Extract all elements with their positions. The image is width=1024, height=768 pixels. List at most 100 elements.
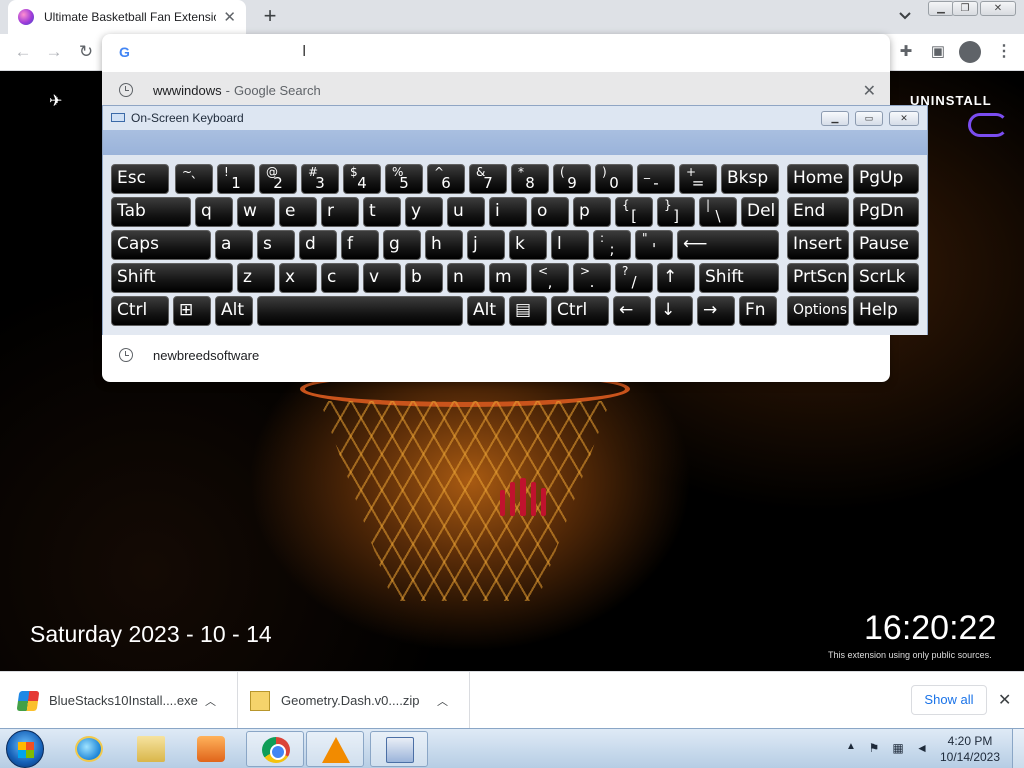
- show-all-downloads-button[interactable]: Show all: [911, 685, 987, 715]
- key-e[interactable]: e: [279, 197, 317, 227]
- window-minimize-button[interactable]: ▁: [928, 1, 954, 16]
- volume-muted-icon[interactable]: ◄: [914, 740, 930, 756]
- key-symbol[interactable]: " ': [635, 230, 673, 260]
- taskbar-internet-explorer[interactable]: [60, 731, 118, 767]
- key-prtscn[interactable]: PrtScn: [787, 263, 849, 293]
- key-scrlk[interactable]: ScrLk: [853, 263, 919, 293]
- key-pause[interactable]: Pause: [853, 230, 919, 260]
- key-q[interactable]: q: [195, 197, 233, 227]
- key-symbol[interactable]: >.: [573, 263, 611, 293]
- key-h[interactable]: h: [425, 230, 463, 260]
- key-insert[interactable]: Insert: [787, 230, 849, 260]
- key-end[interactable]: End: [787, 197, 849, 227]
- key-symbol[interactable]: :;: [593, 230, 631, 260]
- side-panel-icon[interactable]: ▣: [928, 42, 948, 62]
- key-p[interactable]: p: [573, 197, 611, 227]
- tab-search-chevron-icon[interactable]: [896, 7, 914, 25]
- remove-suggestion-icon[interactable]: ✕: [863, 81, 876, 101]
- key-z[interactable]: z: [237, 263, 275, 293]
- key-f[interactable]: f: [341, 230, 379, 260]
- download-item[interactable]: BlueStacks10Install....exe ︿: [16, 672, 238, 729]
- key-tab[interactable]: Tab: [111, 197, 191, 227]
- key-caps[interactable]: Caps: [111, 230, 211, 260]
- key-g[interactable]: g: [383, 230, 421, 260]
- key-c[interactable]: c: [321, 263, 359, 293]
- key-s[interactable]: s: [257, 230, 295, 260]
- key-o[interactable]: o: [531, 197, 569, 227]
- key-t[interactable]: t: [363, 197, 401, 227]
- window-restore-button[interactable]: ❐: [952, 1, 978, 16]
- osk-titlebar[interactable]: On-Screen Keyboard ▁ ▭ ✕: [103, 106, 927, 130]
- key-symbol[interactable]: ←: [613, 296, 651, 326]
- key-j[interactable]: j: [467, 230, 505, 260]
- back-arrow-icon[interactable]: ←: [12, 41, 34, 63]
- key-fn[interactable]: Fn: [739, 296, 777, 326]
- osk-minimize-button[interactable]: ▁: [821, 111, 849, 126]
- key-alt[interactable]: Alt: [467, 296, 505, 326]
- key-n[interactable]: n: [447, 263, 485, 293]
- forward-arrow-icon[interactable]: →: [43, 41, 65, 63]
- rocket-icon[interactable]: ✈: [49, 91, 62, 111]
- key-symbol[interactable]: <,: [531, 263, 569, 293]
- key-6[interactable]: ^ 6: [427, 164, 465, 194]
- close-download-bar-icon[interactable]: ✕: [998, 690, 1011, 710]
- suggestion-row[interactable]: wwwindows - Google Search ✕: [102, 72, 890, 108]
- osk-close-button[interactable]: ✕: [889, 111, 919, 126]
- browser-tab[interactable]: Ultimate Basketball Fan Extension ✕: [8, 0, 246, 34]
- key-a[interactable]: a: [215, 230, 253, 260]
- show-hidden-icons-icon[interactable]: ▲: [846, 741, 856, 752]
- key-symbol[interactable]: + =: [679, 164, 717, 194]
- start-button[interactable]: [6, 730, 44, 768]
- key-3[interactable]: #3: [301, 164, 339, 194]
- chevron-up-icon[interactable]: ︿: [437, 693, 448, 709]
- reload-icon[interactable]: ↻: [75, 41, 97, 63]
- key-d[interactable]: d: [299, 230, 337, 260]
- key-1[interactable]: ! 1: [217, 164, 255, 194]
- key-symbol[interactable]: {[: [615, 197, 653, 227]
- key-b[interactable]: b: [405, 263, 443, 293]
- key-symbol[interactable]: ~ `: [175, 164, 213, 194]
- key-x[interactable]: x: [279, 263, 317, 293]
- suggestion-row[interactable]: newbreedsoftware: [102, 337, 890, 373]
- key-symbol[interactable]: | \: [699, 197, 737, 227]
- key-9[interactable]: (9: [553, 164, 591, 194]
- taskbar-chrome[interactable]: [246, 731, 304, 767]
- browser-menu-kebab-icon[interactable]: ⋮: [994, 42, 1014, 62]
- key-5[interactable]: % 5: [385, 164, 423, 194]
- taskbar-media-player[interactable]: [182, 731, 240, 767]
- key-esc[interactable]: Esc: [111, 164, 169, 194]
- show-desktop-button[interactable]: [1012, 729, 1024, 768]
- taskbar-file-explorer[interactable]: [122, 731, 180, 767]
- key-ctrl[interactable]: Ctrl: [551, 296, 609, 326]
- address-bar[interactable]: G I: [102, 34, 890, 70]
- key-v[interactable]: v: [363, 263, 401, 293]
- key-symbol[interactable]: ? /: [615, 263, 653, 293]
- key-4[interactable]: $4: [343, 164, 381, 194]
- key-u[interactable]: u: [447, 197, 485, 227]
- key-y[interactable]: y: [405, 197, 443, 227]
- key-pgup[interactable]: PgUp: [853, 164, 919, 194]
- action-center-flag-icon[interactable]: ⚑: [866, 740, 882, 756]
- key-symbol[interactable]: ⊞: [173, 296, 211, 326]
- window-close-button[interactable]: ✕: [980, 1, 1016, 16]
- key-symbol[interactable]: ⟵: [677, 230, 779, 260]
- taskbar-clock[interactable]: 4:20 PM 10/14/2023: [930, 733, 1010, 765]
- key-symbol[interactable]: }]: [657, 197, 695, 227]
- tab-close-icon[interactable]: ✕: [223, 8, 236, 26]
- download-item[interactable]: Geometry.Dash.v0....zip ︿: [250, 672, 470, 729]
- key-i[interactable]: i: [489, 197, 527, 227]
- refresh-loop-icon[interactable]: [968, 113, 1008, 137]
- key-help[interactable]: Help: [853, 296, 919, 326]
- key-symbol[interactable]: ↓: [655, 296, 693, 326]
- key-symbol[interactable]: ↑: [657, 263, 695, 293]
- key-shift[interactable]: Shift: [111, 263, 233, 293]
- extensions-puzzle-icon[interactable]: ✚: [896, 42, 916, 62]
- key-8[interactable]: * 8: [511, 164, 549, 194]
- taskbar-on-screen-keyboard[interactable]: [370, 731, 428, 767]
- key-l[interactable]: l: [551, 230, 589, 260]
- key-w[interactable]: w: [237, 197, 275, 227]
- key-r[interactable]: r: [321, 197, 359, 227]
- osk-maximize-button[interactable]: ▭: [855, 111, 883, 126]
- key-k[interactable]: k: [509, 230, 547, 260]
- key-del[interactable]: Del: [741, 197, 779, 227]
